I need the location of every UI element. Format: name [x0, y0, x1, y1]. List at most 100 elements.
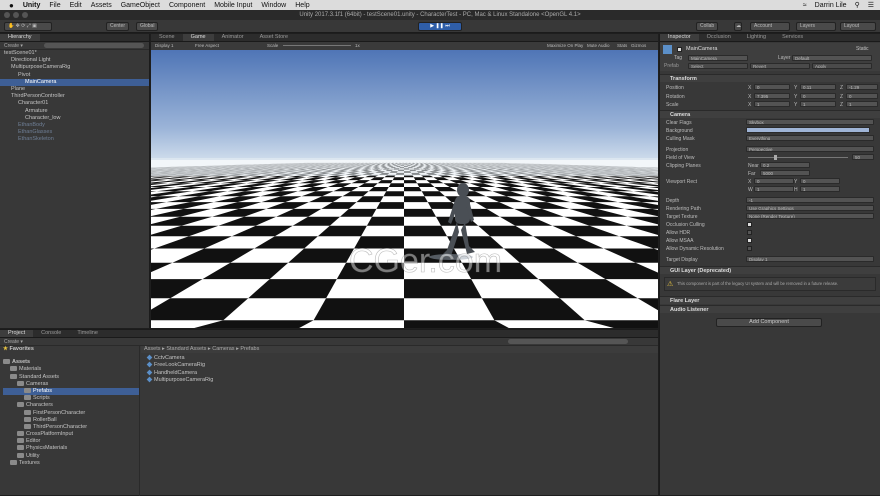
menu-file[interactable]: File: [49, 2, 60, 9]
display-dropdown[interactable]: Display 1: [155, 43, 174, 48]
folder-tree-item[interactable]: Prefabs: [3, 388, 139, 395]
folder-tree-item[interactable]: Assets: [3, 359, 139, 366]
favorites-header[interactable]: ★ Favorites: [3, 346, 139, 353]
allow-dynamic-resolution-checkbox[interactable]: [747, 246, 752, 251]
hierarchy-create-button[interactable]: Create: [4, 43, 19, 49]
tab-scene[interactable]: Scene: [151, 34, 183, 41]
hierarchy-search-input[interactable]: [44, 43, 144, 48]
pivot-toggle[interactable]: Center: [106, 22, 129, 31]
active-checkbox[interactable]: [677, 47, 682, 52]
wifi-icon[interactable]: ≈: [803, 2, 807, 9]
occlusion-culling-checkbox[interactable]: [747, 222, 752, 227]
tab-asset-store[interactable]: Asset Store: [252, 34, 296, 41]
maximize-on-play-toggle[interactable]: Maximize On Play: [547, 43, 583, 48]
position-z[interactable]: -1.29: [846, 84, 878, 90]
tab-timeline[interactable]: Timeline: [69, 330, 106, 337]
tab-occlusion[interactable]: Occlusion: [699, 34, 739, 41]
folder-tree-item[interactable]: Materials: [3, 366, 139, 373]
prefab-apply-button[interactable]: Apply: [812, 63, 872, 69]
menu-assets[interactable]: Assets: [91, 2, 112, 9]
add-component-button[interactable]: Add Component: [716, 318, 822, 327]
hierarchy-item[interactable]: EthanBody: [0, 122, 149, 129]
fov-slider-handle[interactable]: [774, 155, 777, 160]
menu-edit[interactable]: Edit: [70, 2, 82, 9]
viewport-w[interactable]: 1: [754, 186, 794, 192]
folder-tree-item[interactable]: RollerBall: [3, 417, 139, 424]
folder-tree-item[interactable]: Editor: [3, 438, 139, 445]
tag-dropdown[interactable]: MainCamera: [688, 55, 748, 61]
position-x[interactable]: 0: [754, 84, 790, 90]
folder-tree-item[interactable]: Textures: [3, 460, 139, 467]
tab-lighting[interactable]: Lighting: [739, 34, 774, 41]
rendering-path-dropdown[interactable]: Use Graphics Settings: [746, 205, 874, 211]
folder-tree-item[interactable]: FirstPersonCharacter: [3, 410, 139, 417]
layout-dropdown[interactable]: Layout: [840, 22, 876, 31]
hierarchy-item[interactable]: Pivot: [0, 72, 149, 79]
far-field[interactable]: 5000: [760, 170, 810, 176]
hierarchy-item[interactable]: Character01: [0, 100, 149, 107]
account-dropdown[interactable]: Account: [750, 22, 790, 31]
rotation-z[interactable]: 0: [846, 93, 878, 99]
folder-tree-item[interactable]: Utility: [3, 453, 139, 460]
viewport-y[interactable]: 0: [800, 178, 840, 184]
near-field[interactable]: 0.2: [760, 162, 810, 168]
tab-hierarchy[interactable]: Hierarchy: [0, 34, 40, 41]
culling-mask-dropdown[interactable]: Everything: [746, 135, 874, 141]
hierarchy-item[interactable]: Plane: [0, 86, 149, 93]
breadcrumb-item[interactable]: Assets: [144, 346, 161, 352]
allow-msaa-checkbox[interactable]: [747, 238, 752, 243]
hierarchy-item[interactable]: ThirdPersonController: [0, 93, 149, 100]
asset-item[interactable]: CctvCamera: [147, 355, 658, 362]
flare-layer-header[interactable]: Flare Layer: [660, 296, 880, 304]
scale-y[interactable]: 1: [800, 101, 836, 107]
user-name[interactable]: Darrin Lile: [815, 2, 847, 9]
hierarchy-item[interactable]: EthanSkeleton: [0, 136, 149, 143]
mute-audio-toggle[interactable]: Mute Audio: [587, 43, 610, 48]
rotation-y[interactable]: 0: [800, 93, 836, 99]
scale-slider[interactable]: [283, 45, 351, 46]
breadcrumb-item[interactable]: Cameras: [212, 346, 234, 352]
minimize-window-button[interactable]: [13, 12, 19, 18]
fov-slider[interactable]: [748, 157, 848, 158]
projection-dropdown[interactable]: Perspective: [746, 146, 874, 152]
stats-toggle[interactable]: Stats: [617, 43, 627, 48]
folder-tree-item[interactable]: CrossPlatformInput: [3, 431, 139, 438]
folder-tree-item[interactable]: Scripts: [3, 395, 139, 402]
menu-mobile-input[interactable]: Mobile Input: [214, 2, 252, 9]
target-texture-field[interactable]: None (Render Texture): [746, 213, 874, 219]
menu-gameobject[interactable]: GameObject: [121, 2, 160, 9]
prefab-revert-button[interactable]: Revert: [750, 63, 810, 69]
tab-inspector[interactable]: Inspector: [660, 34, 699, 41]
scale-z[interactable]: 1: [846, 101, 878, 107]
hierarchy-item[interactable]: Directional Light: [0, 57, 149, 64]
tab-animator[interactable]: Animator: [214, 34, 252, 41]
project-create-button[interactable]: Create: [4, 339, 19, 345]
scale-x[interactable]: 1: [754, 101, 790, 107]
clear-flags-dropdown[interactable]: Skybox: [746, 119, 874, 125]
collab-dropdown[interactable]: Collab: [696, 22, 718, 31]
asset-item[interactable]: FreeLookCameraRig: [147, 362, 658, 369]
static-toggle[interactable]: Static: [856, 46, 869, 52]
rotation-x[interactable]: 7.395: [754, 93, 790, 99]
hierarchy-item[interactable]: testScene01*: [0, 50, 149, 57]
global-toggle[interactable]: Global: [136, 22, 158, 31]
camera-header[interactable]: Camera: [660, 110, 880, 118]
asset-item[interactable]: MultipurposeCameraRig: [147, 377, 658, 384]
menu-help[interactable]: Help: [295, 2, 309, 9]
asset-item[interactable]: HandheldCamera: [147, 370, 658, 377]
close-window-button[interactable]: [4, 12, 10, 18]
hierarchy-item[interactable]: MultipurposeCameraRig: [0, 64, 149, 71]
apple-icon[interactable]: ●: [9, 1, 14, 10]
tab-game[interactable]: Game: [183, 34, 214, 41]
tab-project[interactable]: Project: [0, 330, 33, 337]
menu-app-name[interactable]: Unity: [23, 2, 41, 9]
folder-tree-item[interactable]: Standard Assets: [3, 374, 139, 381]
gui-layer-header[interactable]: GUI Layer (Deprecated): [660, 266, 880, 274]
game-viewport[interactable]: CGer.com: [151, 50, 658, 328]
position-y[interactable]: 0.11: [800, 84, 836, 90]
hierarchy-item[interactable]: EthanGlasses: [0, 129, 149, 136]
hierarchy-item[interactable]: Armature: [0, 108, 149, 115]
menu-window[interactable]: Window: [261, 2, 286, 9]
project-search-input[interactable]: [508, 339, 628, 344]
gizmos-dropdown[interactable]: Gizmos: [631, 43, 646, 48]
